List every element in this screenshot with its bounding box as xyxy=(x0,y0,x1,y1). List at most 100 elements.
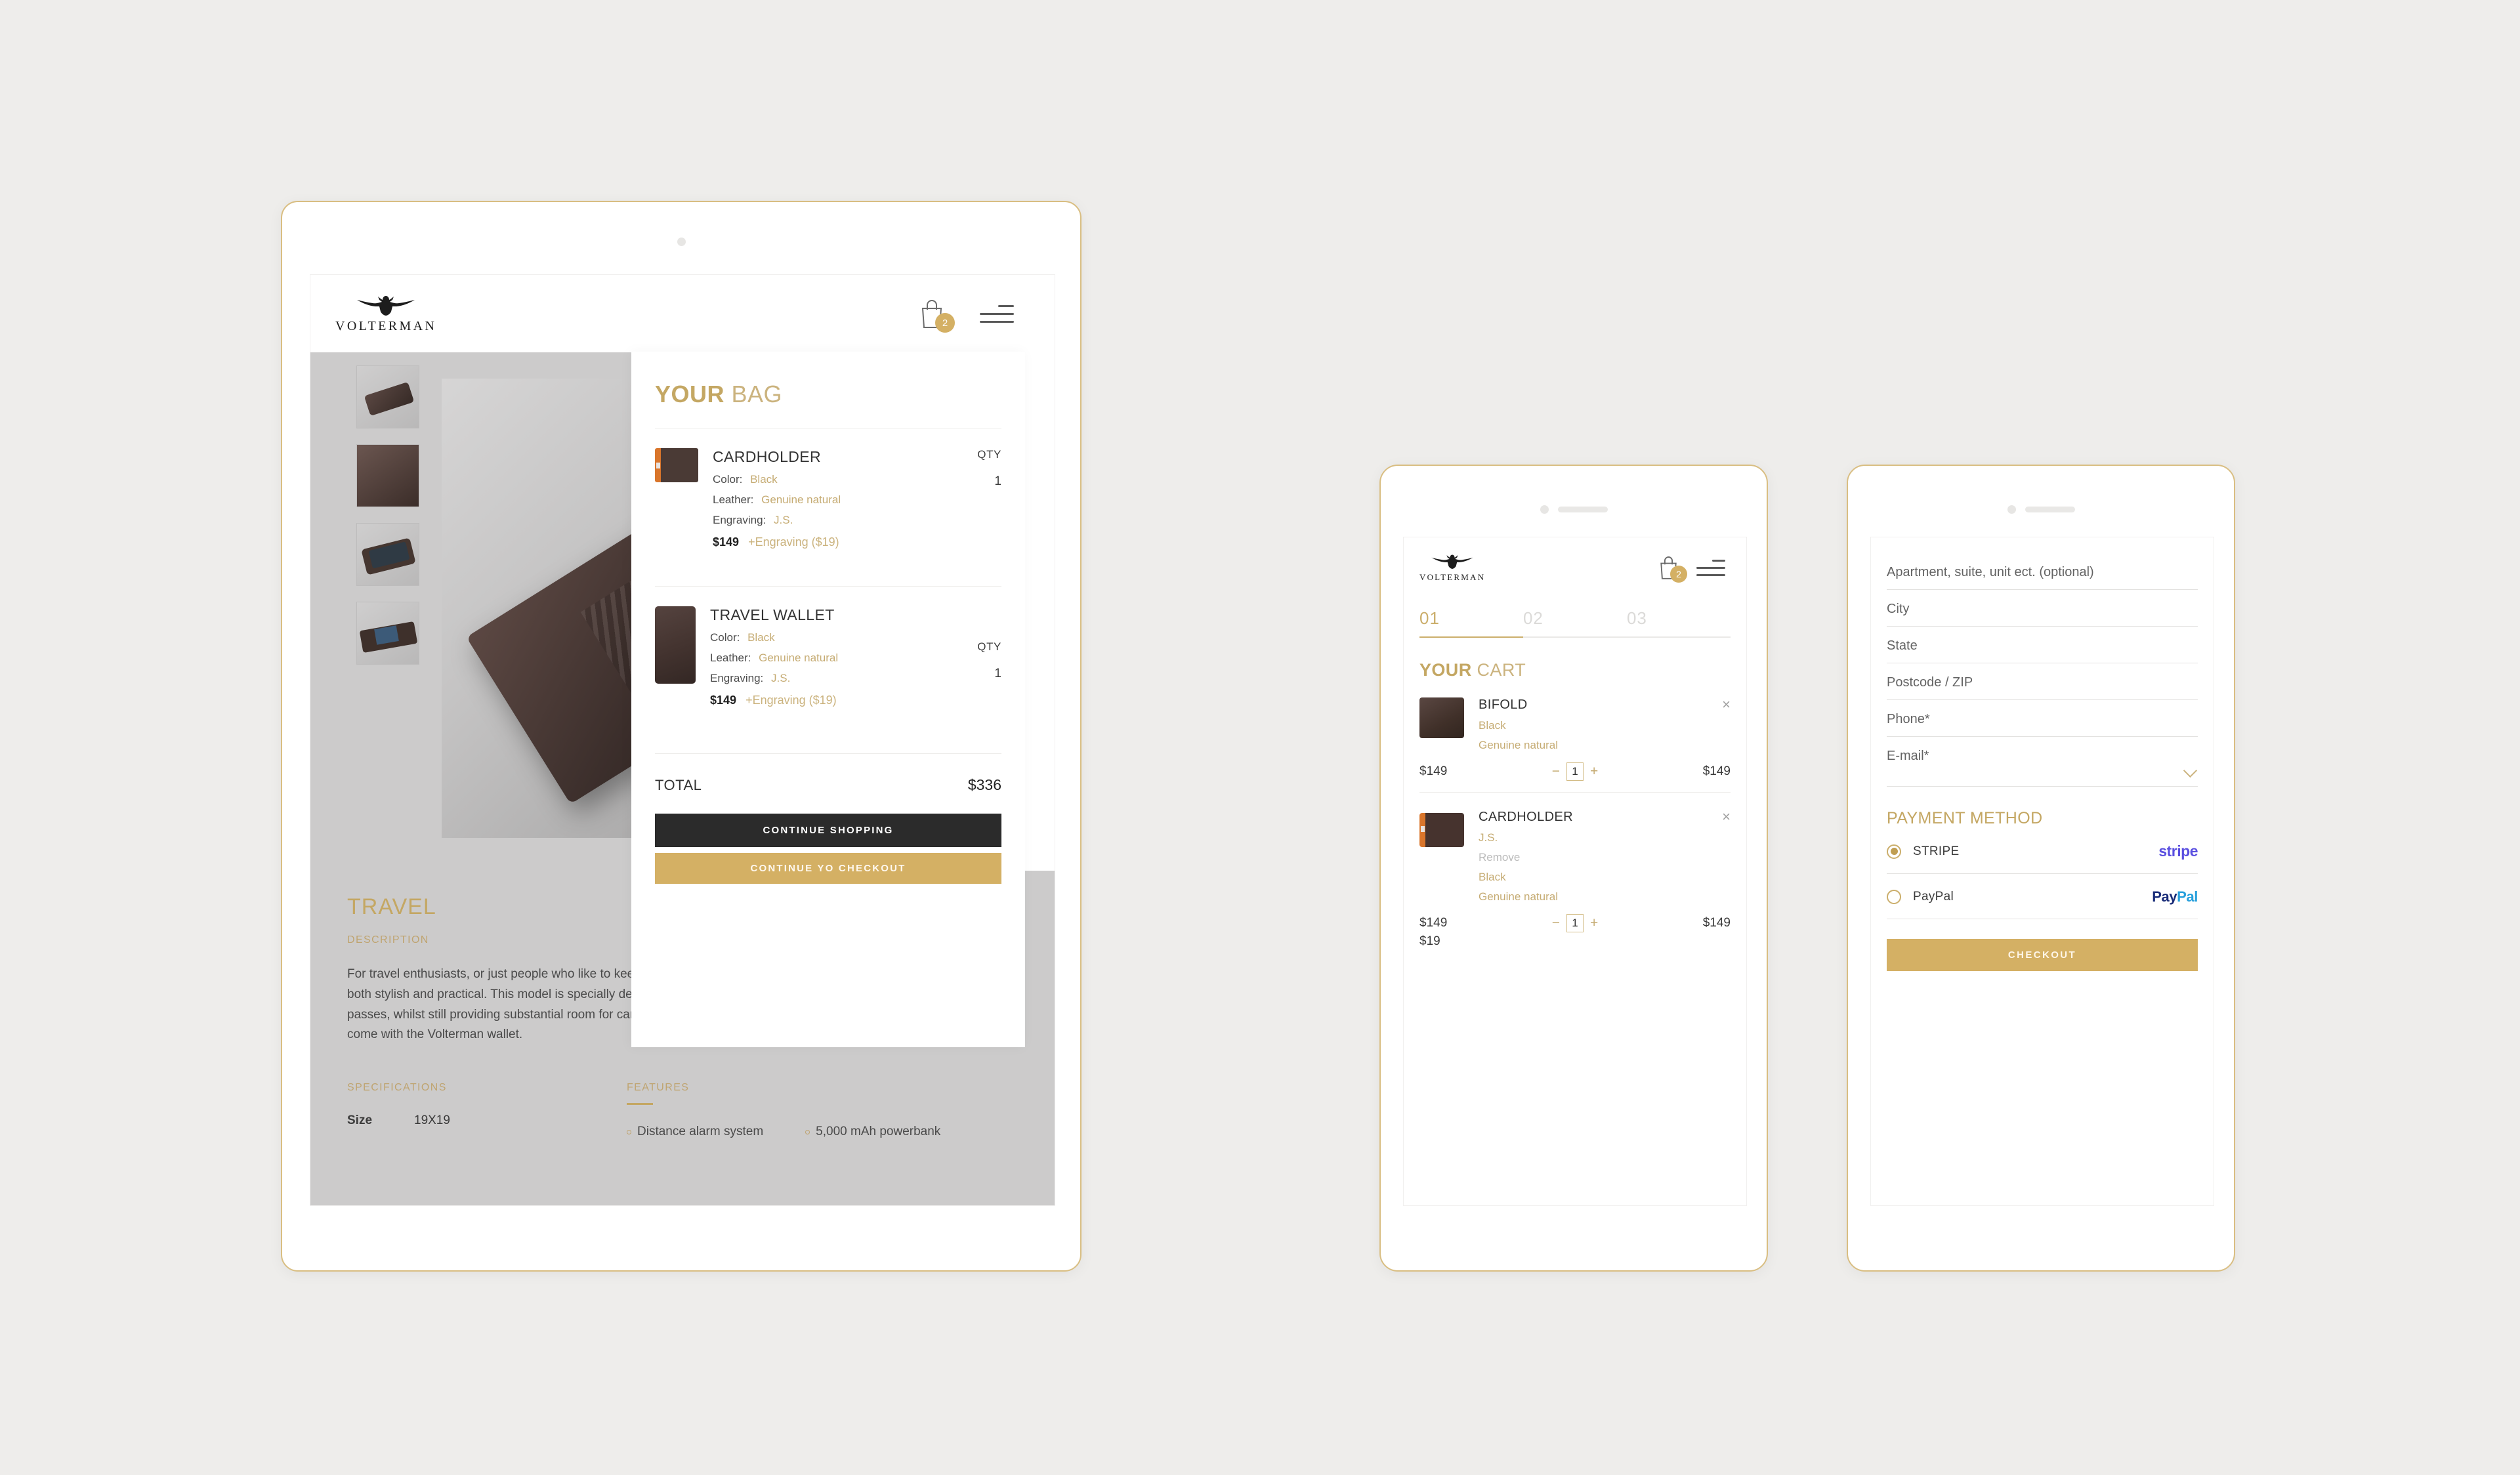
radio-selected-icon[interactable] xyxy=(1887,844,1901,859)
payment-option-paypal[interactable]: PayPal PayPal xyxy=(1887,874,2198,919)
state-field[interactable]: State xyxy=(1887,627,2198,663)
checkout-steps: 01 02 03 xyxy=(1404,598,1746,638)
brand-logo[interactable]: VOLTERMAN xyxy=(335,294,436,334)
continue-to-checkout-button[interactable]: CONTINUE YO CHECKOUT xyxy=(655,853,1001,884)
increase-qty-button[interactable]: + xyxy=(1590,915,1598,931)
bag-item-details: TRAVEL WALLET Color: Black Leather: Genu… xyxy=(710,606,946,707)
apartment-field[interactable]: Apartment, suite, unit ect. (optional) xyxy=(1887,553,2198,590)
bag-item-name: CARDHOLDER xyxy=(713,448,822,465)
attr-label: Leather: xyxy=(710,652,751,664)
city-placeholder: City xyxy=(1887,602,1910,616)
cart-row-top: CARDHOLDER J.S. Remove Black Genuine nat… xyxy=(1419,809,1731,904)
attr-value: J.S. xyxy=(771,672,791,684)
phone-checkout-screen: Apartment, suite, unit ect. (optional) C… xyxy=(1870,537,2214,1206)
paypal-logo-pay: Pay xyxy=(2152,888,2177,905)
cart-item-line-total: $149 xyxy=(1702,915,1731,930)
attr-value: Black xyxy=(747,631,775,644)
thumbnail-item[interactable] xyxy=(356,444,419,507)
spec-feature-row: SPECIFICATIONS Size 19X19 FEATURES Dista… xyxy=(347,1082,1019,1139)
brand-name: VOLTERMAN xyxy=(1419,571,1486,582)
remove-item-close-icon[interactable]: × xyxy=(1722,697,1731,752)
thumbnail-list xyxy=(356,365,419,665)
chevron-down-icon[interactable] xyxy=(2183,763,2198,778)
bag-title: YOUR BAG xyxy=(655,381,1001,408)
thumbnail-item[interactable] xyxy=(356,365,419,428)
cart-count-badge: 2 xyxy=(1670,566,1687,583)
postcode-placeholder: Postcode / ZIP xyxy=(1887,675,1973,690)
features-column: FEATURES Distance alarm system 5,000 mAh… xyxy=(627,1082,940,1139)
cart-item-color: Black xyxy=(1479,870,1506,883)
travel-wallet-thumb-image xyxy=(655,606,696,684)
cart-title: YOUR CART xyxy=(1419,660,1746,680)
step-02[interactable]: 02 xyxy=(1523,608,1627,629)
bag-item-attr: Engraving: J.S. xyxy=(713,514,946,527)
steps-progress-fill xyxy=(1419,636,1523,638)
features-label: FEATURES xyxy=(627,1082,690,1094)
stripe-logo: stripe xyxy=(2158,842,2198,860)
decrease-qty-button[interactable]: − xyxy=(1552,764,1560,779)
checkout-form: Apartment, suite, unit ect. (optional) C… xyxy=(1871,537,2214,971)
qty-input[interactable]: 1 xyxy=(1566,762,1584,781)
cardholder-thumb-image xyxy=(655,448,698,482)
tablet-header: VOLTERMAN 2 xyxy=(310,275,1055,352)
bag-item-engraving-price: +Engraving ($19) xyxy=(748,535,839,549)
brand-name: VOLTERMAN xyxy=(335,318,437,333)
bag-item-qty: QTY 1 xyxy=(961,606,1001,707)
phone-cart-device: VOLTERMAN 2 01 02 03 YOUR CART BIFOLD Bl… xyxy=(1379,465,1768,1272)
bullet-icon xyxy=(627,1129,631,1134)
postcode-field[interactable]: Postcode / ZIP xyxy=(1887,663,2198,700)
bag-item-details: CARDHOLDER Color: Black Leather: Genuine… xyxy=(713,448,946,549)
feature-label: Distance alarm system xyxy=(637,1125,764,1139)
decrease-qty-button[interactable]: − xyxy=(1552,915,1560,931)
features-underline xyxy=(627,1103,653,1106)
cart-button[interactable]: 2 xyxy=(917,297,955,333)
feature-item: Distance alarm system xyxy=(627,1125,763,1139)
bag-item-engraving-price: +Engraving ($19) xyxy=(746,694,837,707)
thumbnail-item[interactable] xyxy=(356,602,419,665)
payment-method-title: PAYMENT METHOD xyxy=(1887,809,2043,827)
apartment-placeholder: Apartment, suite, unit ect. (optional) xyxy=(1887,565,2094,579)
remove-item-close-icon[interactable]: × xyxy=(1722,809,1731,904)
total-value: $336 xyxy=(967,776,1001,793)
checkout-button[interactable]: CHECKOUT xyxy=(1887,939,2198,971)
tablet-header-actions: 2 xyxy=(917,297,1014,333)
hamburger-menu-icon[interactable] xyxy=(980,304,1014,323)
cart-item-unit-price: $149 xyxy=(1419,915,1448,930)
attr-value: Genuine natural xyxy=(759,652,839,664)
email-field[interactable]: E-mail* xyxy=(1887,737,2198,787)
qty-input[interactable]: 1 xyxy=(1566,913,1584,932)
bag-title-bold: YOUR xyxy=(655,381,725,407)
spec-value: 19X19 xyxy=(414,1113,450,1128)
phone-header-actions: 2 xyxy=(1656,554,1725,583)
phone-camera-notch xyxy=(1381,505,1767,514)
speaker-grille xyxy=(2025,507,2075,512)
bag-item: CARDHOLDER Color: Black Leather: Genuine… xyxy=(655,428,1001,566)
attr-value: Genuine natural xyxy=(761,493,841,506)
bag-item-qty: QTY 1 xyxy=(961,448,1001,549)
attr-value: J.S. xyxy=(774,514,793,526)
remove-link[interactable]: Remove xyxy=(1479,851,1708,864)
payment-option-label: PayPal xyxy=(1913,890,1954,904)
bag-total-row: TOTAL $336 xyxy=(655,754,1001,794)
bag-item-price: $149 xyxy=(710,694,737,707)
step-03[interactable]: 03 xyxy=(1627,608,1731,629)
cart-button[interactable]: 2 xyxy=(1656,554,1687,583)
radio-unselected-icon[interactable] xyxy=(1887,890,1901,904)
payment-option-left: STRIPE xyxy=(1887,844,1959,859)
thumbnail-item[interactable] xyxy=(356,523,419,586)
cardholder-thumb-image xyxy=(1419,812,1464,847)
increase-qty-button[interactable]: + xyxy=(1590,764,1598,779)
city-field[interactable]: City xyxy=(1887,590,2198,627)
brand-logo[interactable]: VOLTERMAN xyxy=(1419,553,1485,583)
continue-shopping-button[interactable]: CONTINUE SHOPPING xyxy=(655,814,1001,847)
qty-value: 1 xyxy=(994,667,1001,680)
bag-item-attr: Color: Black xyxy=(710,631,946,644)
step-01[interactable]: 01 xyxy=(1419,608,1523,629)
phone-field[interactable]: Phone* xyxy=(1887,700,2198,737)
bag-item-price-row: $149 +Engraving ($19) xyxy=(713,535,946,549)
cart-row-bottom: $149 $19 − 1 + $149 xyxy=(1419,913,1731,951)
hamburger-menu-icon[interactable] xyxy=(1696,559,1725,576)
total-label: TOTAL xyxy=(655,776,702,793)
payment-option-stripe[interactable]: STRIPE stripe xyxy=(1887,828,2198,874)
attr-label: Color: xyxy=(710,631,740,644)
